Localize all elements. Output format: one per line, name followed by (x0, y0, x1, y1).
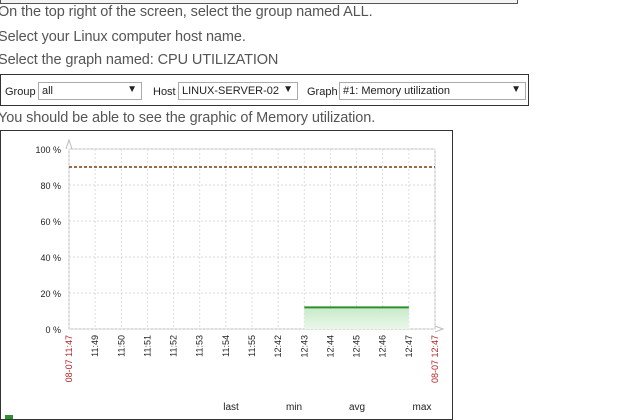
instruction-line-3: Select the graph named: CPU UTILIZATION (0, 52, 279, 68)
x-tick-label: 11:54 (221, 335, 231, 357)
group-select-value: all (42, 85, 54, 97)
y-tick-label: 40 % (40, 253, 61, 263)
chevron-down-icon: ▼ (127, 84, 137, 95)
graph-filter-bar: Group all ▼ Host LINUX-SERVER-02 ▼ Graph… (0, 74, 529, 106)
legend-header: avg (349, 402, 365, 413)
chevron-down-icon: ▼ (511, 84, 521, 95)
x-tick-label: 12:45 (352, 335, 362, 358)
y-tick-label: 60 % (40, 217, 61, 227)
host-select-value: LINUX-SERVER-02 (182, 85, 279, 97)
x-tick-label: 11:50 (116, 335, 126, 357)
x-start-label: 08-07 11:47 (64, 335, 74, 382)
graph-select[interactable]: #1: Memory utilization ▼ (339, 82, 526, 100)
group-label: Group (5, 86, 36, 98)
x-tick-label: 11:49 (90, 335, 100, 357)
chevron-down-icon: ▼ (283, 84, 293, 95)
legend-swatch (5, 415, 13, 419)
x-tick-label: 12:46 (378, 335, 388, 358)
x-tick-label: 11:52 (169, 335, 179, 357)
legend-header: last (223, 402, 239, 413)
graph-canvas: 100 % 80 % 60 % 40 % 20 % 0 % 11:49 11:50 11:51 1… (5, 138, 445, 419)
y-tick-label: 20 % (40, 289, 61, 299)
graph-note: You should be able to see the graphic of… (0, 110, 376, 126)
y-tick-label: 0 % (45, 325, 61, 335)
legend-header: max (413, 402, 432, 413)
group-select[interactable]: all ▼ (38, 82, 142, 100)
x-tick-label: 12:44 (325, 335, 335, 358)
y-tick-label: 80 % (40, 181, 61, 191)
y-axis-arrow-icon (65, 138, 73, 150)
x-tick-label: 11:51 (142, 335, 152, 357)
x-end-label: 08-07 12:47 (430, 335, 440, 383)
memory-utilization-graph: 100 % 80 % 60 % 40 % 20 % 0 % 11:49 11:50 11:51 1… (0, 130, 453, 420)
instruction-line-2: Select your Linux computer host name. (0, 29, 246, 45)
x-tick-label: 11:53 (195, 335, 205, 357)
instruction-line-1: On the top right of the screen, select t… (0, 4, 373, 20)
x-tick-label: 12:47 (404, 335, 414, 358)
graph-label: Graph (307, 86, 338, 98)
x-tick-label: 12:43 (299, 335, 309, 358)
x-axis-arrow-icon (434, 325, 445, 333)
legend-header: min (286, 402, 302, 413)
host-label: Host (153, 86, 176, 98)
y-tick-label: 100 % (35, 145, 61, 155)
host-select[interactable]: LINUX-SERVER-02 ▼ (178, 82, 298, 100)
series-area (304, 307, 409, 329)
x-tick-label: 12:42 (273, 335, 283, 358)
graph-select-value: #1: Memory utilization (343, 85, 450, 97)
x-tick-label: 11:55 (247, 335, 257, 357)
